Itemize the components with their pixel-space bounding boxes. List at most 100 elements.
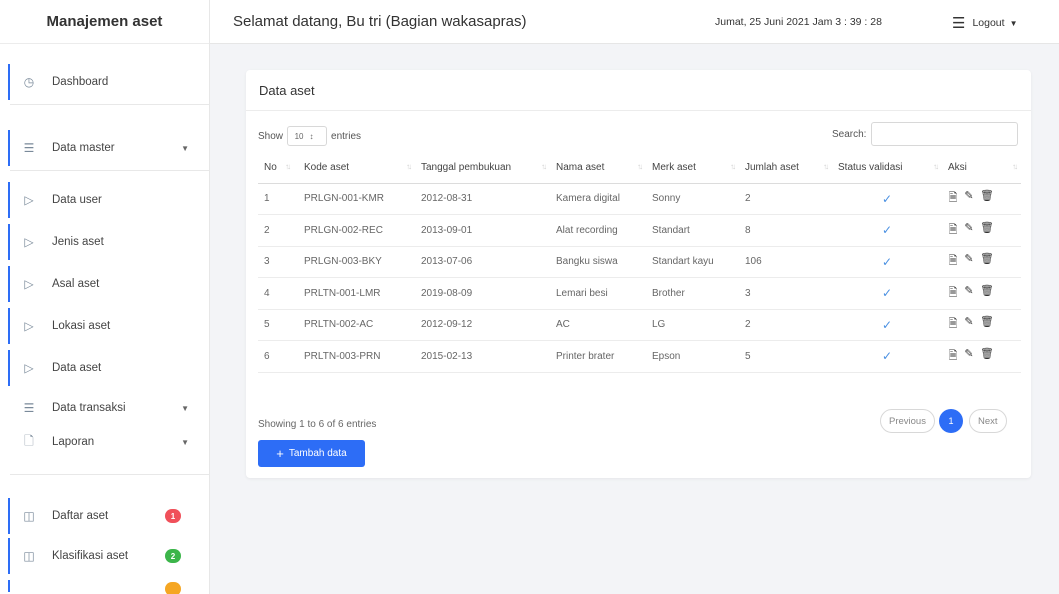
cell-aksi: 🗎 ✎ 🗑 <box>942 277 1021 310</box>
sidebar-divider <box>10 104 210 105</box>
triangle-right-icon: ▷ <box>24 193 34 207</box>
page-1-button[interactable]: 1 <box>938 409 963 433</box>
cell-status-validasi: ✓ <box>832 214 942 247</box>
clock-icon: ◷ <box>23 75 35 89</box>
previous-button[interactable]: Previous <box>880 409 935 433</box>
edit-icon[interactable]: ✎ <box>964 284 974 303</box>
grid-icon: ◫ <box>23 549 35 563</box>
cell-merk-aset: Epson <box>646 340 739 373</box>
cell-jumlah-aset: 8 <box>739 214 832 247</box>
column-header-aksi[interactable]: Aksi ↑↓ <box>942 152 1021 184</box>
detail-icon[interactable]: 🗎 <box>948 189 958 208</box>
cell-merk-aset: Sonny <box>646 183 739 215</box>
plus-icon: + <box>276 446 284 461</box>
cell-merk-aset: LG <box>646 309 739 341</box>
sidebar-item-partial[interactable] <box>0 578 209 594</box>
detail-icon[interactable]: 🗎 <box>948 252 958 271</box>
check-icon: ✓ <box>881 254 893 269</box>
entries-select[interactable]: 10 ↕ <box>287 126 328 146</box>
table-header-row: No ↑↓ Kode aset ↑↓ Tanggal pembukuan ↑↓ Nam… <box>258 152 1021 184</box>
edit-icon[interactable]: ✎ <box>964 221 974 240</box>
search-label: Search: <box>832 128 867 140</box>
data-aset-card: Data aset Show 10 ↕ entries Search: No ↑↓… <box>246 70 1031 478</box>
sidebar-item-data-user[interactable]: ▷ Data user <box>0 180 209 220</box>
edit-icon[interactable]: ✎ <box>964 252 974 271</box>
triangle-right-icon: ▷ <box>24 277 34 291</box>
cell-aksi: 🗎 ✎ 🗑 <box>942 309 1021 341</box>
table-row: 3 PRLGN-003-BKY 2013-07-06 Bangku siswa … <box>258 246 1021 278</box>
column-header-tanggal-pembukuan[interactable]: Tanggal pembukuan ↑↓ <box>415 152 550 184</box>
sidebar-item-data-master[interactable]: ☰ Data master ▼ <box>0 128 209 168</box>
column-header-merk-aset[interactable]: Merk aset ↑↓ <box>646 152 739 184</box>
detail-icon[interactable]: 🗎 <box>948 347 958 366</box>
sidebar-item-label: Daftar aset <box>52 510 109 522</box>
sidebar-item-klasifikasi-aset[interactable]: ◫ Klasifikasi aset 2 <box>0 536 209 576</box>
trash-icon[interactable]: 🗑 <box>980 347 994 366</box>
cell-tanggal: 2015-02-13 <box>415 340 550 373</box>
cell-tanggal: 2019-08-09 <box>415 277 550 310</box>
logout-menu[interactable]: ☰ Logout ▼ <box>952 14 1018 32</box>
sidebar-item-lokasi-aset[interactable]: ▷ Lokasi aset <box>0 306 209 346</box>
edit-icon[interactable]: ✎ <box>964 315 974 334</box>
chevron-down-icon: ▼ <box>1009 18 1018 28</box>
sort-icon: ↑↓ <box>1012 162 1018 171</box>
table-info: Showing 1 to 6 of 6 entries <box>258 419 377 430</box>
column-header-status-validasi[interactable]: Status validasi ↑↓ <box>832 152 942 184</box>
search-control: Search: <box>832 122 1019 146</box>
column-header-jumlah-aset[interactable]: Jumlah aset ↑↓ <box>739 152 832 184</box>
trash-icon[interactable]: 🗑 <box>980 315 994 334</box>
sidebar-item-label: Jenis aset <box>52 236 104 248</box>
edit-icon[interactable]: ✎ <box>964 347 974 366</box>
cell-status-validasi: ✓ <box>832 277 942 310</box>
table-row: 2 PRLGN-002-REC 2013-09-01 Alat recordin… <box>258 214 1021 247</box>
trash-icon[interactable]: 🗑 <box>980 221 994 240</box>
triangle-right-icon: ▷ <box>24 361 34 375</box>
sidebar-item-label: Klasifikasi aset <box>52 550 129 562</box>
column-header-kode-aset[interactable]: Kode aset ↑↓ <box>294 152 415 184</box>
sort-icon: ↑↓ <box>730 162 736 171</box>
sidebar-item-label: Data aset <box>52 362 102 374</box>
cell-kode-aset: PRLTN-003-PRN <box>294 340 415 373</box>
sidebar-item-asal-aset[interactable]: ▷ Asal aset <box>0 264 209 304</box>
count-badge <box>165 582 181 594</box>
cell-nama-aset: Lemari besi <box>550 277 646 310</box>
cell-kode-aset: PRLGN-001-KMR <box>294 183 415 215</box>
welcome-text: Selamat datang, Bu tri (Bagian wakasapra… <box>233 13 527 30</box>
table-row: 6 PRLTN-003-PRN 2015-02-13 Printer brate… <box>258 340 1021 373</box>
search-input[interactable] <box>871 122 1019 146</box>
cell-no: 4 <box>258 277 294 310</box>
datetime-display: Jumat, 25 Juni 2021 Jam 3 : 39 : 28 <box>715 16 882 28</box>
cell-no: 2 <box>258 214 294 247</box>
sidebar-item-daftar-aset[interactable]: ◫ Daftar aset 1 <box>0 496 209 536</box>
detail-icon[interactable]: 🗎 <box>948 221 958 240</box>
sidebar-item-label: Laporan <box>52 436 95 448</box>
chevron-down-icon: ▼ <box>181 437 189 447</box>
next-button[interactable]: Next <box>968 409 1007 433</box>
trash-icon[interactable]: 🗑 <box>980 252 994 271</box>
cell-nama-aset: Kamera digital <box>550 183 646 215</box>
cell-nama-aset: AC <box>550 309 646 341</box>
sidebar-item-data-aset[interactable]: ▷ Data aset <box>0 348 209 388</box>
detail-icon[interactable]: 🗎 <box>948 315 958 334</box>
sort-icon: ↑↓ <box>823 162 829 171</box>
trash-icon[interactable]: 🗑 <box>980 189 994 208</box>
sidebar-item-label: Asal aset <box>52 278 100 290</box>
cell-no: 3 <box>258 246 294 278</box>
sidebar-item-jenis-aset[interactable]: ▷ Jenis aset <box>0 222 209 262</box>
card-title: Data aset <box>246 70 1031 111</box>
edit-icon[interactable]: ✎ <box>964 189 974 208</box>
list-icon: ☰ <box>23 401 35 415</box>
cell-tanggal: 2012-08-31 <box>415 183 550 215</box>
add-data-button[interactable]: + Tambah data <box>258 440 365 467</box>
sidebar-item-laporan[interactable]: 🗋 Laporan ▼ <box>0 422 209 462</box>
add-data-label: Tambah data <box>288 448 347 459</box>
cell-tanggal: 2012-09-12 <box>415 309 550 341</box>
brand-title: Manajemen aset <box>0 0 209 44</box>
column-header-no[interactable]: No ↑↓ <box>258 152 294 184</box>
trash-icon[interactable]: 🗑 <box>980 284 994 303</box>
detail-icon[interactable]: 🗎 <box>948 284 958 303</box>
check-icon: ✓ <box>881 317 893 332</box>
column-header-nama-aset[interactable]: Nama aset ↑↓ <box>550 152 646 184</box>
sidebar-item-label: Data user <box>52 194 102 206</box>
sidebar-item-dashboard[interactable]: ◷ Dashboard <box>0 62 209 102</box>
